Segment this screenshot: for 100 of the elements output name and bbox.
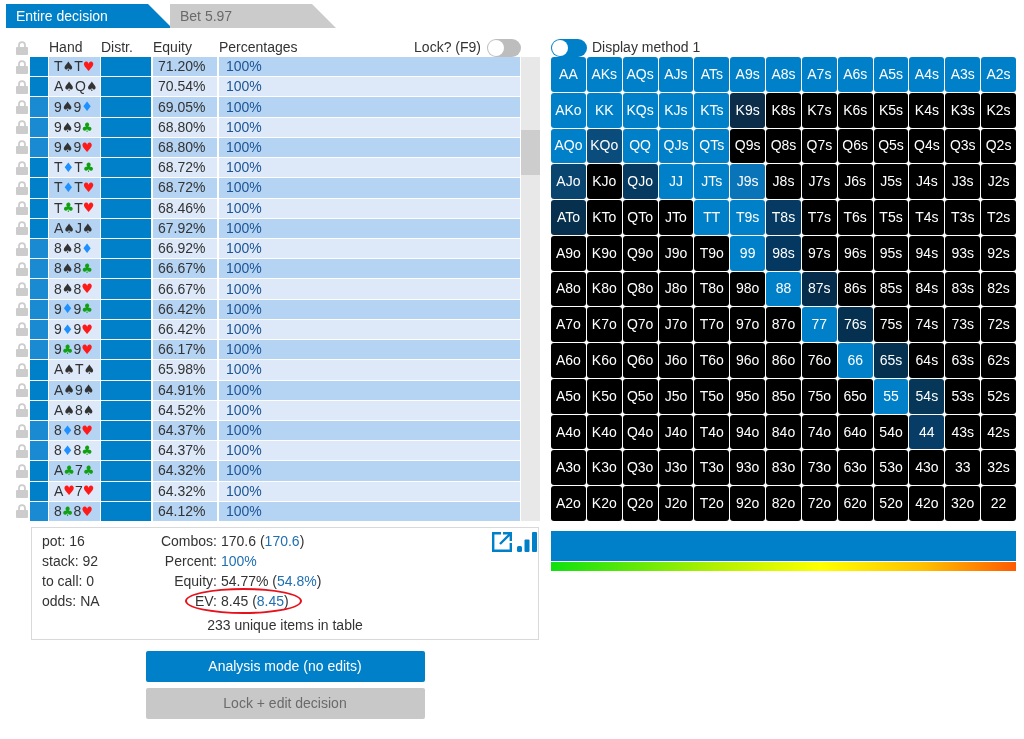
range-cell[interactable]: AQo (551, 128, 586, 164)
range-cell[interactable]: 53o (873, 450, 909, 486)
range-cell[interactable]: 64o (837, 414, 873, 450)
display-method-switch[interactable] (551, 38, 587, 57)
range-cell[interactable]: A7s (801, 57, 837, 92)
range-cell[interactable]: 77 (801, 307, 837, 343)
range-cell[interactable]: J2s (981, 164, 1016, 200)
range-cell[interactable]: ATo (551, 200, 586, 235)
range-cell[interactable]: J9s (730, 164, 766, 200)
range-cell[interactable]: 88 (766, 271, 801, 307)
range-cell[interactable]: 22 (981, 486, 1016, 521)
range-cell[interactable]: J4o (658, 414, 694, 450)
range-cell[interactable]: 87o (766, 307, 801, 343)
range-cell[interactable]: K3s (945, 92, 981, 128)
range-cell[interactable]: 72o (801, 486, 837, 521)
range-cell[interactable]: TT (694, 200, 730, 235)
range-cell[interactable]: J3s (945, 164, 981, 200)
range-cell[interactable]: Q8o (622, 271, 658, 307)
range-cell[interactable]: 83o (766, 450, 801, 486)
range-cell[interactable]: Q5s (873, 128, 909, 164)
external-link-icon[interactable] (492, 532, 512, 552)
range-cell[interactable]: T2o (694, 486, 730, 521)
range-cell[interactable]: K9s (730, 92, 766, 128)
range-cell[interactable]: 63s (945, 343, 981, 378)
range-cell[interactable]: T4s (909, 200, 945, 235)
range-cell[interactable]: K5o (586, 378, 622, 414)
range-cell[interactable]: 66 (837, 343, 873, 378)
range-cell[interactable]: 93o (730, 450, 766, 486)
range-cell[interactable]: K4s (909, 92, 945, 128)
range-cell[interactable]: J8s (766, 164, 801, 200)
range-cell[interactable]: T9s (730, 200, 766, 235)
range-cell[interactable]: K8o (586, 271, 622, 307)
range-cell[interactable]: K2s (981, 92, 1016, 128)
range-cell[interactable]: J7o (658, 307, 694, 343)
range-cell[interactable]: 62o (837, 486, 873, 521)
range-cell[interactable]: 85s (873, 271, 909, 307)
range-cell[interactable]: KQo (586, 128, 622, 164)
range-cell[interactable]: K7o (586, 307, 622, 343)
range-cell[interactable]: A6s (837, 57, 873, 92)
range-cell[interactable]: T9o (694, 235, 730, 271)
range-cell[interactable]: 32o (945, 486, 981, 521)
range-cell[interactable]: Q4s (909, 128, 945, 164)
tab[interactable]: Entire decision (6, 4, 172, 28)
range-cell[interactable]: J6s (837, 164, 873, 200)
range-cell[interactable]: K5s (873, 92, 909, 128)
range-cell[interactable]: Q8s (766, 128, 801, 164)
range-cell[interactable]: KJo (586, 164, 622, 200)
range-cell[interactable]: 83s (945, 271, 981, 307)
range-cell[interactable]: A3o (551, 450, 586, 486)
range-cell[interactable]: 92o (730, 486, 766, 521)
range-cell[interactable]: 94o (730, 414, 766, 450)
range-cell[interactable]: K6o (586, 343, 622, 378)
range-cell[interactable]: A8o (551, 271, 586, 307)
range-cell[interactable]: 75o (801, 378, 837, 414)
range-cell[interactable]: AJs (658, 57, 694, 92)
range-cell[interactable]: AA (551, 57, 586, 92)
range-cell[interactable]: K2o (586, 486, 622, 521)
range-cell[interactable]: Q5o (622, 378, 658, 414)
range-cell[interactable]: 99 (730, 235, 766, 271)
range-cell[interactable]: A3s (945, 57, 981, 92)
range-cell[interactable]: Q2s (981, 128, 1016, 164)
range-cell[interactable]: 43s (945, 414, 981, 450)
scrollbar-track[interactable] (521, 57, 540, 521)
range-cell[interactable]: 84s (909, 271, 945, 307)
range-cell[interactable]: A9s (730, 57, 766, 92)
range-cell[interactable]: J7s (801, 164, 837, 200)
range-cell[interactable]: T6s (837, 200, 873, 235)
range-cell[interactable]: JTs (694, 164, 730, 200)
range-cell[interactable]: 75s (873, 307, 909, 343)
range-cell[interactable]: J8o (658, 271, 694, 307)
range-cell[interactable]: Q9s (730, 128, 766, 164)
range-cell[interactable]: 93s (945, 235, 981, 271)
range-cell[interactable]: 98s (766, 235, 801, 271)
range-cell[interactable]: QJs (658, 128, 694, 164)
range-cell[interactable]: JJ (658, 164, 694, 200)
range-cell[interactable]: A4s (909, 57, 945, 92)
range-cell[interactable]: Q3o (622, 450, 658, 486)
range-cell[interactable]: A2o (551, 486, 586, 521)
range-cell[interactable]: J3o (658, 450, 694, 486)
analysis-mode-button[interactable]: Analysis mode (no edits) (145, 651, 425, 682)
range-cell[interactable]: AJo (551, 164, 586, 200)
range-cell[interactable]: QTo (622, 200, 658, 235)
range-cell[interactable]: A2s (981, 57, 1016, 92)
range-cell[interactable]: QQ (622, 128, 658, 164)
range-cell[interactable]: 32s (981, 450, 1016, 486)
range-cell[interactable]: 86o (766, 343, 801, 378)
range-cell[interactable]: K9o (586, 235, 622, 271)
range-cell[interactable]: 55 (873, 378, 909, 414)
bar-chart-icon[interactable] (517, 532, 537, 552)
range-cell[interactable]: 97s (801, 235, 837, 271)
range-cell[interactable]: K3o (586, 450, 622, 486)
range-cell[interactable]: Q6o (622, 343, 658, 378)
range-cell[interactable]: 82o (766, 486, 801, 521)
range-cell[interactable]: T8s (766, 200, 801, 235)
range-cell[interactable]: KTs (694, 92, 730, 128)
range-cell[interactable]: A9o (551, 235, 586, 271)
range-cell[interactable]: A6o (551, 343, 586, 378)
range-cell[interactable]: 95s (873, 235, 909, 271)
range-cell[interactable]: AKo (551, 92, 586, 128)
range-cell[interactable]: 63o (837, 450, 873, 486)
